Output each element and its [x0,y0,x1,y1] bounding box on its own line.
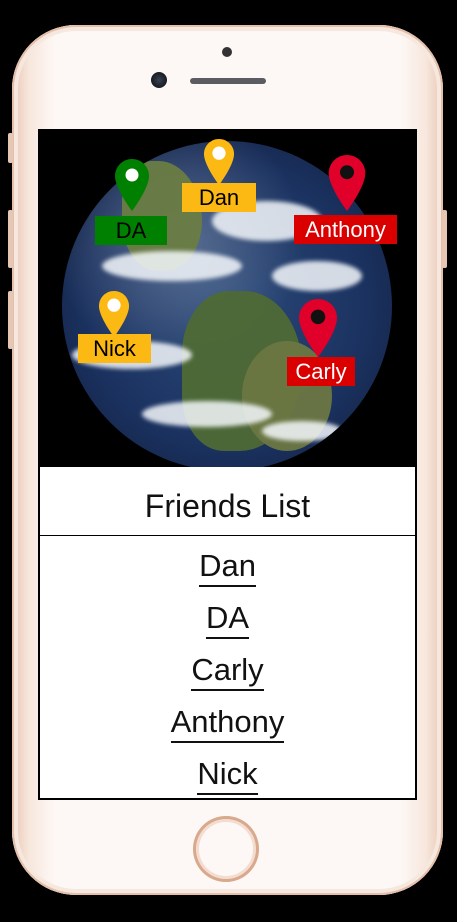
map-pin-icon [299,299,337,357]
friend-link-nick[interactable]: Nick [197,756,258,795]
proximity-sensor [151,72,167,88]
map-pin-icon [328,155,366,211]
home-button[interactable] [193,816,259,882]
friends-list: Dan DA Carly Anthony Nick [40,536,415,798]
pin-shape [115,159,149,211]
friend-link-anthony[interactable]: Anthony [170,704,285,743]
power-button [442,210,447,268]
list-item: Anthony [40,696,415,748]
world-map[interactable]: DA Dan Anthony Nick Carly [40,131,415,467]
pin-label-carly[interactable]: Carly [287,357,355,386]
map-pin-icon [98,291,130,337]
friend-link-carly[interactable]: Carly [191,652,264,691]
front-camera [222,47,232,57]
stage: DA Dan Anthony Nick Carly Friends List D… [0,0,457,922]
pin-nick[interactable] [97,291,131,337]
map-pin-icon [115,159,149,211]
friends-list-title: Friends List [40,467,415,536]
pin-label-da[interactable]: DA [95,216,167,245]
pin-label-nick[interactable]: Nick [78,334,151,363]
list-item: Nick [40,748,415,798]
volume-down-button [8,291,13,349]
pin-label-anthony[interactable]: Anthony [294,215,397,244]
list-item: Dan [40,540,415,592]
earpiece-speaker [190,78,266,84]
pin-label-dan[interactable]: Dan [182,183,256,212]
friend-link-da[interactable]: DA [205,600,250,639]
volume-up-button [8,210,13,268]
pin-dan[interactable] [202,139,236,185]
app-screen: DA Dan Anthony Nick Carly Friends List D… [38,129,417,800]
pin-anthony[interactable] [327,155,367,211]
map-pin-icon [203,139,235,185]
mute-switch [8,133,13,163]
pin-da[interactable] [115,159,149,211]
list-item: Carly [40,644,415,696]
list-item: DA [40,592,415,644]
friend-link-dan[interactable]: Dan [199,548,256,587]
pin-carly[interactable] [297,299,339,357]
